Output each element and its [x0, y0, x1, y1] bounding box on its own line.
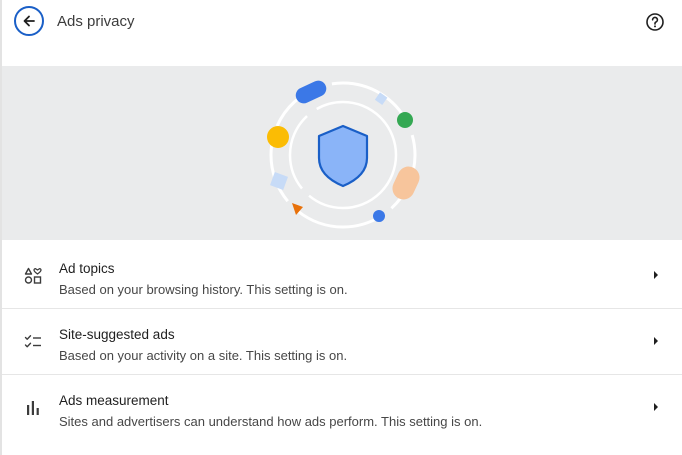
checklist-icon — [24, 335, 41, 348]
hero-banner — [2, 66, 682, 240]
list-item-title: Site-suggested ads — [59, 327, 175, 342]
shield-illustration — [267, 80, 420, 229]
blue-pill-shape — [295, 80, 327, 104]
help-button[interactable] — [645, 12, 665, 32]
list-item-subtitle: Based on your browsing history. This set… — [59, 282, 348, 297]
list-item-subtitle: Based on your activity on a site. This s… — [59, 348, 348, 363]
chevron-right-icon — [654, 271, 658, 279]
bar-chart-icon — [27, 401, 39, 415]
header: Ads privacy — [2, 0, 682, 46]
page-title: Ads privacy — [57, 13, 135, 30]
chevron-right-icon — [654, 403, 658, 411]
help-circle-icon — [646, 13, 664, 31]
yellow-dot-shape — [267, 126, 289, 148]
chevron-right-icon — [654, 337, 658, 345]
list-item-title: Ad topics — [59, 261, 115, 276]
shield-icon — [317, 124, 369, 188]
list-item-title: Ads measurement — [59, 393, 169, 408]
list-item-ad-topics[interactable]: Ad topics Based on your browsing history… — [2, 243, 682, 309]
list-item-site-suggested-ads[interactable]: Site-suggested ads Based on your activit… — [2, 309, 682, 375]
back-button[interactable] — [14, 6, 44, 36]
list-item-ads-measurement[interactable]: Ads measurement Sites and advertisers ca… — [2, 375, 682, 440]
green-dot-shape — [397, 112, 413, 128]
ad-topics-icon — [24, 267, 42, 284]
settings-list: Ad topics Based on your browsing history… — [2, 243, 682, 440]
arrow-left-icon — [23, 15, 35, 27]
blue-dot-shape — [373, 210, 385, 222]
list-item-subtitle: Sites and advertisers can understand how… — [59, 414, 483, 429]
ads-privacy-page: Ads privacy Ad topics Based on your brow… — [0, 0, 682, 455]
diamond-shape — [374, 92, 388, 105]
